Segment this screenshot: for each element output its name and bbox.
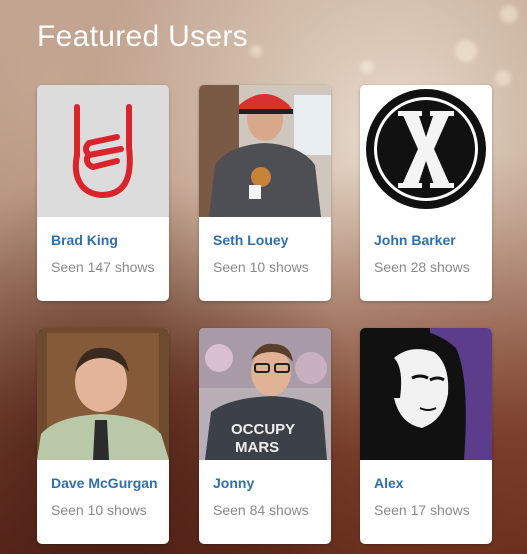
shows-count: Seen 84 shows <box>213 502 309 518</box>
user-photo <box>199 85 331 217</box>
shows-count: Seen 17 shows <box>374 502 470 518</box>
bokeh-light <box>495 70 511 86</box>
user-name[interactable]: John Barker <box>374 232 456 248</box>
user-photo <box>37 328 169 460</box>
shirt-text: MARS <box>235 439 279 456</box>
shows-count: Seen 10 shows <box>51 502 147 518</box>
rock-hand-icon <box>37 85 169 217</box>
bokeh-light <box>455 40 477 62</box>
shows-count: Seen 147 shows <box>51 259 155 275</box>
x-files-logo <box>360 85 492 217</box>
comic-illustration <box>360 328 492 460</box>
user-card-alex[interactable]: Alex Seen 17 shows <box>360 328 492 544</box>
bokeh-light <box>250 45 262 57</box>
user-photo: OCCUPY MARS <box>199 328 331 460</box>
page-title: Featured Users <box>37 20 248 53</box>
user-name[interactable]: Dave McGurgan <box>51 475 158 491</box>
user-card-jonny[interactable]: OCCUPY MARS Jonny Seen 84 shows <box>199 328 331 544</box>
bokeh-light <box>500 5 518 23</box>
user-name[interactable]: Seth Louey <box>213 232 288 248</box>
shows-count: Seen 28 shows <box>374 259 470 275</box>
user-name[interactable]: Jonny <box>213 475 254 491</box>
user-card-seth-louey[interactable]: Seth Louey Seen 10 shows <box>199 85 331 301</box>
shows-count: Seen 10 shows <box>213 259 309 275</box>
user-card-dave-mcgurgan[interactable]: Dave McGurgan Seen 10 shows <box>37 328 169 544</box>
user-name[interactable]: Brad King <box>51 232 118 248</box>
bokeh-light <box>360 60 374 74</box>
user-name[interactable]: Alex <box>374 475 404 491</box>
user-card-brad-king[interactable]: Brad King Seen 147 shows <box>37 85 169 301</box>
user-card-john-barker[interactable]: John Barker Seen 28 shows <box>360 85 492 301</box>
shirt-text: OCCUPY <box>231 421 295 438</box>
